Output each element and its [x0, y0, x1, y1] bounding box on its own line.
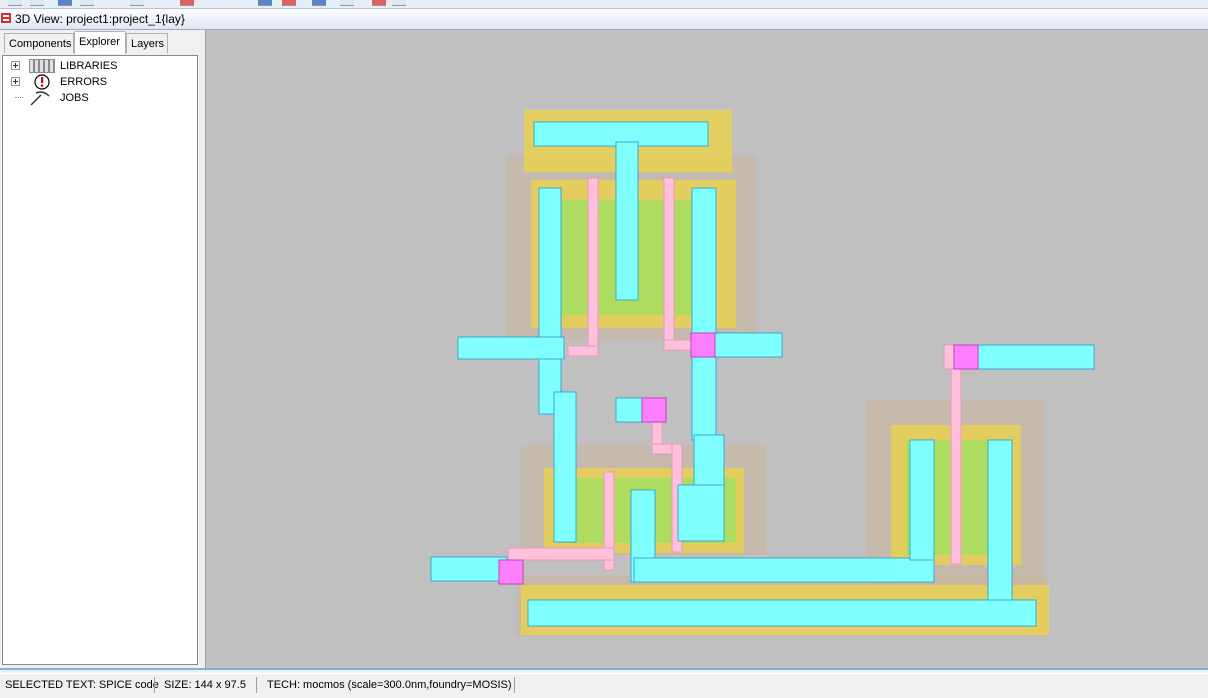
- status-bar: SELECTED TEXT: SPICE code SIZE: 144 x 97…: [0, 668, 1208, 698]
- toolbar-button[interactable]: [8, 0, 22, 6]
- toolbar-button[interactable]: [340, 0, 354, 6]
- metal-wire: [975, 344, 1095, 370]
- toolbar-button[interactable]: [130, 0, 144, 6]
- metal-wire: [909, 439, 935, 561]
- tree-item-errors[interactable]: ERRORS: [3, 74, 193, 90]
- expand-icon[interactable]: [11, 77, 20, 86]
- status-row: SELECTED TEXT: SPICE code SIZE: 144 x 97…: [0, 673, 1208, 693]
- toolbar-button[interactable]: [372, 0, 386, 6]
- toolbar: [0, 0, 1208, 9]
- error-icon: [34, 74, 50, 90]
- expand-icon[interactable]: [11, 61, 20, 70]
- metal-wire: [633, 557, 935, 583]
- metal-wire: [691, 187, 717, 441]
- layout-3d-view[interactable]: [206, 30, 1208, 668]
- tree-item-label: ERRORS: [60, 76, 108, 88]
- metal-wire: [457, 336, 565, 360]
- layout-3d-canvas[interactable]: [206, 30, 1208, 668]
- toolbar-button[interactable]: [258, 0, 272, 6]
- status-divider: [256, 677, 257, 693]
- contact-cut: [690, 332, 716, 358]
- jobs-icon: [30, 91, 50, 106]
- toolbar-button[interactable]: [312, 0, 326, 6]
- tree-item-libraries[interactable]: LIBRARIES: [3, 58, 193, 74]
- explorer-tree[interactable]: LIBRARIES ERRORS JOBS: [2, 55, 198, 665]
- toolbar-button[interactable]: [58, 0, 72, 6]
- metal-wire: [538, 187, 562, 415]
- poly-wire: [943, 344, 955, 370]
- contact-cut: [953, 344, 979, 370]
- status-size: SIZE: 144 x 97.5: [164, 679, 246, 691]
- contact-cut: [641, 397, 667, 423]
- status-divider: [154, 677, 155, 693]
- poly-wire: [507, 547, 615, 561]
- tree-item-label: JOBS: [60, 92, 89, 104]
- app-icon: [1, 13, 11, 23]
- toolbar-button[interactable]: [30, 0, 44, 6]
- poly-wire: [567, 345, 599, 357]
- tab-explorer[interactable]: Explorer: [74, 31, 126, 54]
- tab-components[interactable]: Components: [4, 33, 74, 53]
- window-title: 3D View: project1:project_1{lay}: [15, 12, 185, 26]
- toolbar-button[interactable]: [282, 0, 296, 6]
- library-icon: [29, 59, 55, 73]
- status-tech: TECH: mocmos (scale=300.0nm,foundry=MOSI…: [267, 679, 512, 691]
- tree-connector: [15, 97, 23, 98]
- toolbar-button[interactable]: [392, 0, 406, 6]
- metal-wire: [677, 484, 725, 542]
- metal-wire: [987, 439, 1013, 611]
- poly-wire: [950, 367, 962, 565]
- toolbar-button[interactable]: [80, 0, 94, 6]
- poly-wire: [663, 177, 675, 351]
- metal-wire: [527, 599, 1037, 627]
- metal-wire: [553, 391, 577, 543]
- toolbar-button[interactable]: [180, 0, 194, 6]
- status-selected-text: SELECTED TEXT: SPICE code: [5, 679, 159, 691]
- explorer-panel: Components Explorer Layers LIBRARIES ERR…: [0, 30, 206, 668]
- tree-item-jobs[interactable]: JOBS: [3, 90, 193, 106]
- window-titlebar: 3D View: project1:project_1{lay}: [0, 9, 1208, 30]
- metal-wire: [713, 332, 783, 358]
- contact-cut: [498, 559, 524, 585]
- metal-wire: [430, 556, 508, 582]
- tab-layers[interactable]: Layers: [126, 33, 168, 53]
- status-divider: [514, 677, 515, 693]
- tree-item-label: LIBRARIES: [60, 60, 118, 72]
- poly-wire: [587, 177, 599, 355]
- metal-wire: [615, 141, 639, 301]
